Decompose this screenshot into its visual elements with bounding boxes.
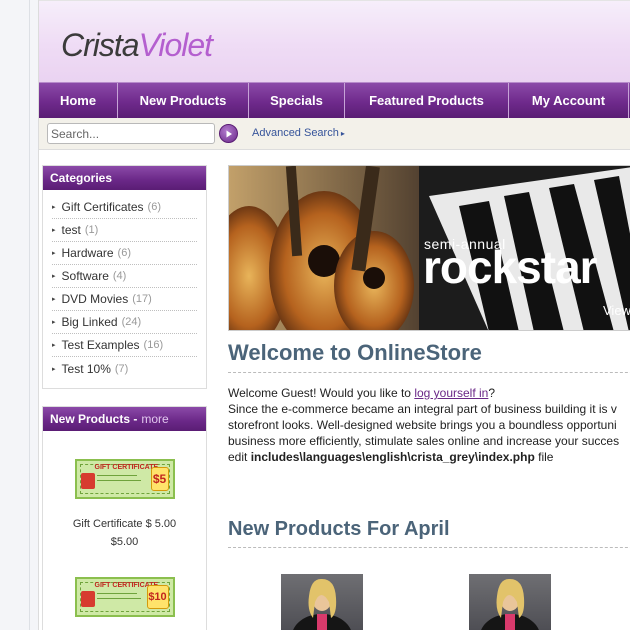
category-item[interactable]: ▸ Big Linked (24) xyxy=(52,311,197,334)
nav-my-account[interactable]: My Account xyxy=(509,83,629,118)
header: CristaViolet xyxy=(39,0,630,82)
gift-box-icon xyxy=(80,591,95,607)
welcome-line: Since the e-commerce became an integral … xyxy=(228,402,617,416)
category-item[interactable]: ▸ Hardware (6) xyxy=(52,242,197,265)
categories-list: ▸ Gift Certificates (6) ▸ test (1) ▸ Hardware… xyxy=(43,190,206,388)
category-count: (7) xyxy=(114,362,129,375)
category-count: (1) xyxy=(84,224,99,236)
product-item: GIFT CERTIFICATE $10 xyxy=(43,548,206,617)
category-count: (6) xyxy=(147,201,161,213)
advanced-search-link[interactable]: Advanced Search ▸ xyxy=(252,127,345,139)
banner-view-link[interactable]: View xyxy=(603,303,630,318)
search-bar: Advanced Search▸ xyxy=(39,118,630,150)
welcome-text: Welcome Guest! Would you like to log you… xyxy=(228,385,630,465)
advanced-search-label: Advanced Search xyxy=(252,127,339,139)
category-label: Gift Certificates xyxy=(61,200,144,214)
welcome-line: storefront looks. Well-designed website … xyxy=(228,418,617,432)
category-label: test xyxy=(61,223,81,237)
new-products-box-title: New Products - xyxy=(50,412,138,426)
product-price: $5.00 xyxy=(110,536,139,548)
bullet-icon: ▸ xyxy=(52,204,56,211)
search-input[interactable] xyxy=(47,123,215,144)
certificate-line xyxy=(96,475,137,476)
certificate-line xyxy=(96,598,141,599)
certificate-value: $10 xyxy=(146,585,169,609)
welcome-greeting: Welcome Guest! Would you like to xyxy=(228,386,415,400)
category-count: (16) xyxy=(143,339,164,351)
gift-box-icon xyxy=(80,473,95,489)
logo-part1: Crista xyxy=(61,27,140,63)
category-label: Big Linked xyxy=(61,315,118,329)
search-go-button[interactable] xyxy=(219,124,238,143)
welcome-punct: ? xyxy=(488,386,496,400)
edit-suffix: file xyxy=(534,450,554,464)
category-item[interactable]: ▸ Test 10% (7) xyxy=(52,357,197,380)
nav-new-products[interactable]: New Products xyxy=(118,83,249,118)
login-link[interactable]: log yourself in xyxy=(414,386,488,400)
category-item[interactable]: ▸ Software (4) xyxy=(52,265,197,288)
category-count: (17) xyxy=(132,293,152,305)
nav-featured-products[interactable]: Featured Products xyxy=(345,83,509,118)
category-count: (24) xyxy=(121,316,142,328)
categories-box: Categories ▸ Gift Certificates (6) ▸ test (1… xyxy=(42,165,207,389)
woman-photo xyxy=(481,578,539,630)
category-count: (4) xyxy=(112,270,127,282)
categories-title: Categories xyxy=(43,166,206,190)
category-item[interactable]: ▸ Gift Certificates (6) xyxy=(52,196,197,219)
main-nav: Home New Products Specials Featured Prod… xyxy=(39,82,630,118)
new-products-heading: New Products For April xyxy=(228,518,630,548)
nav-specials[interactable]: Specials xyxy=(249,83,345,118)
category-label: Hardware xyxy=(61,246,114,260)
new-products-box-header: New Products - more xyxy=(43,407,206,431)
bullet-icon: ▸ xyxy=(52,227,56,234)
site-logo[interactable]: CristaViolet xyxy=(61,27,213,64)
welcome-line: business more efficiently, stimulate sal… xyxy=(228,434,620,448)
gift-certificate-image[interactable]: GIFT CERTIFICATE $5 xyxy=(74,459,175,499)
logo-part2: Violet xyxy=(138,27,213,63)
product-thumbnail[interactable] xyxy=(281,574,363,630)
category-count: (6) xyxy=(117,247,131,259)
category-label: Test 10% xyxy=(61,361,111,376)
certificate-line xyxy=(96,480,141,481)
welcome-title: Welcome to OnlineStore xyxy=(228,340,630,373)
product-thumbnail[interactable] xyxy=(469,574,551,630)
new-products-box: New Products - more GIFT CERTIFICATE $5 … xyxy=(42,406,207,630)
category-label: DVD Movies xyxy=(61,292,129,306)
category-item[interactable]: ▸ Test Examples (16) xyxy=(52,334,197,357)
bullet-icon: ▸ xyxy=(52,250,56,257)
play-arrow-icon xyxy=(226,130,232,137)
bullet-icon: ▸ xyxy=(52,365,56,373)
bullet-icon: ▸ xyxy=(52,342,56,349)
category-label: Software xyxy=(61,269,109,283)
welcome-line: edit includes\languages\english\crista_g… xyxy=(228,449,630,465)
bullet-icon: ▸ xyxy=(52,273,56,280)
bullet-icon: ▸ xyxy=(52,319,56,326)
woman-photo xyxy=(293,578,351,630)
certificate-title: GIFT CERTIFICATE xyxy=(94,464,159,471)
edit-prefix: edit xyxy=(228,450,251,464)
main-content: Welcome to OnlineStore Welcome Guest! Wo… xyxy=(228,340,630,630)
more-link[interactable]: more xyxy=(141,412,168,426)
triangle-right-icon: ▸ xyxy=(340,129,345,138)
gift-certificate-image[interactable]: GIFT CERTIFICATE $10 xyxy=(74,577,175,617)
product-name-link[interactable]: Gift Certificate $ 5.00 xyxy=(43,518,206,530)
site-container: CristaViolet Home New Products Specials … xyxy=(38,0,630,630)
category-item[interactable]: ▸ test (1) xyxy=(52,219,197,242)
page: CristaViolet Home New Products Specials … xyxy=(0,0,630,630)
category-item[interactable]: ▸ DVD Movies (17) xyxy=(52,288,197,311)
product-item: GIFT CERTIFICATE $5 Gift Certificate $ 5… xyxy=(43,431,206,548)
banner-title: rockstar xyxy=(423,241,598,293)
certificate-value: $5 xyxy=(150,467,169,491)
file-path: includes\languages\english\crista_grey\i… xyxy=(250,450,535,464)
certificate-line xyxy=(96,593,137,594)
left-gutter xyxy=(0,0,30,630)
category-label: Test Examples xyxy=(61,338,140,352)
nav-home[interactable]: Home xyxy=(39,83,118,118)
bullet-icon: ▸ xyxy=(52,296,56,303)
welcome-line: Welcome Guest! Would you like to log you… xyxy=(228,385,630,401)
promo-banner[interactable]: semi-annual rockstar View xyxy=(228,165,630,331)
